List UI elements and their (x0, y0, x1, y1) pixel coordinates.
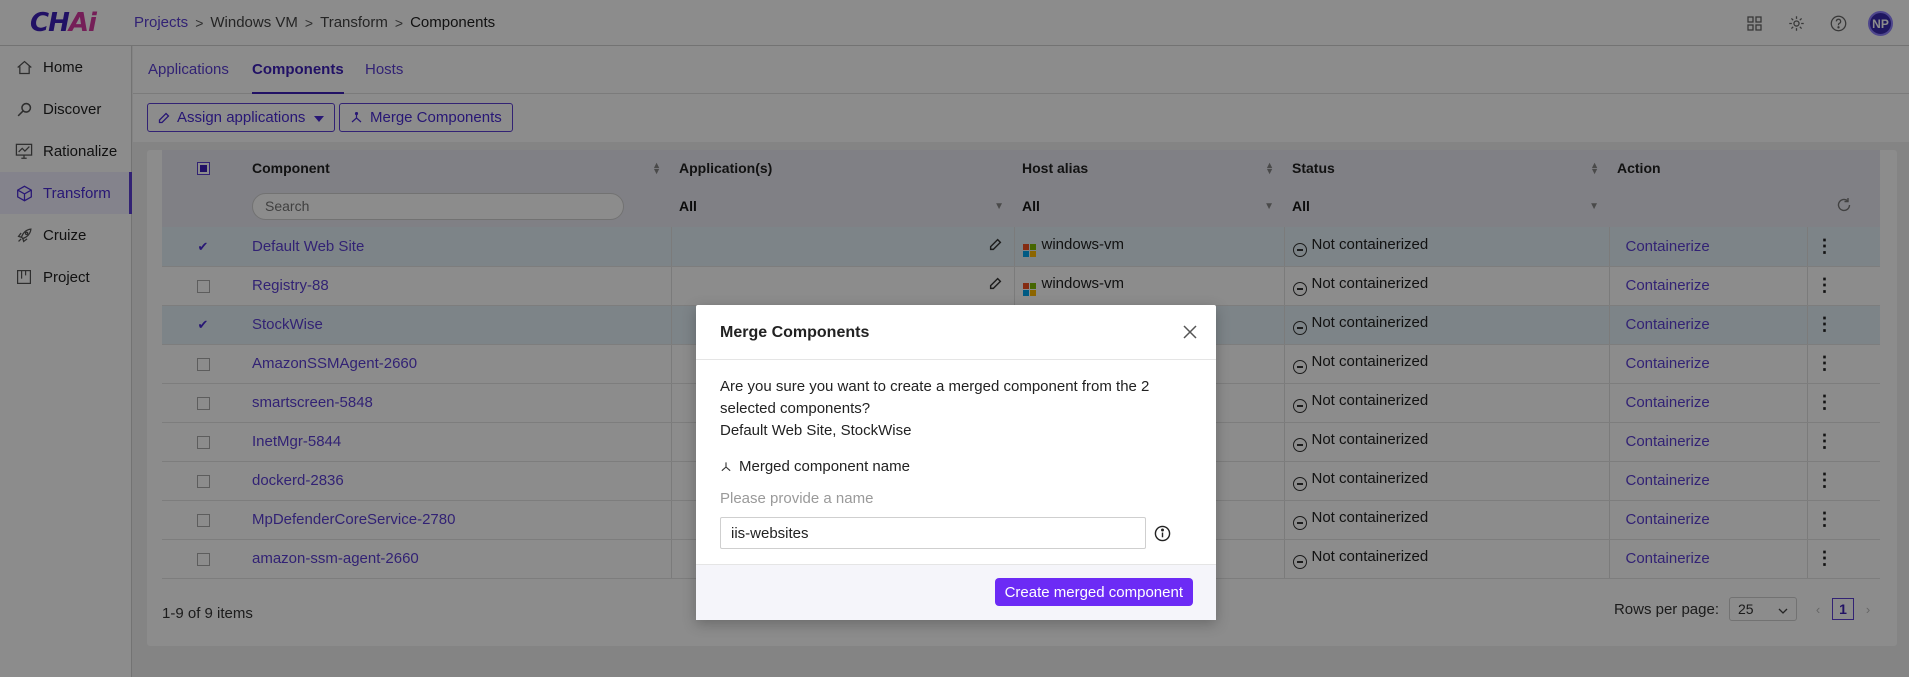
modal-message: Are you sure you want to create a merged… (720, 378, 1150, 417)
modal-header: Merge Components (696, 305, 1216, 360)
close-icon[interactable] (1180, 322, 1200, 342)
info-icon[interactable] (1153, 524, 1171, 542)
modal-footer: Create merged component (696, 564, 1216, 620)
merged-name-help: Please provide a name (720, 490, 874, 507)
modal-selected-components: Default Web Site, StockWise (720, 422, 912, 439)
merged-name-input[interactable] (720, 517, 1146, 549)
create-merged-component-button[interactable]: Create merged component (994, 578, 1193, 606)
modal-title: Merge Components (720, 324, 870, 341)
merge-icon (720, 461, 732, 473)
merge-components-dialog: Merge Components Are you sure you want t… (696, 305, 1216, 620)
merged-name-label: Merged component name (720, 458, 910, 475)
